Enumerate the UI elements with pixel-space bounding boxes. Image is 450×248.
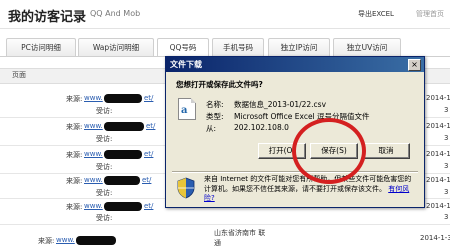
redaction-mark [104, 94, 142, 103]
visited-label: 受访: [96, 135, 113, 143]
source-link[interactable]: www. [84, 94, 103, 102]
excel-file-icon: a [178, 98, 196, 120]
annotation-circle [292, 118, 366, 184]
source-link-suffix[interactable]: et/ [144, 94, 153, 102]
tab-qq-numbers[interactable]: QQ号码 [157, 38, 209, 56]
visit-date: 2014-1-8 [426, 122, 450, 130]
source-link-suffix[interactable]: et/ [142, 176, 151, 184]
visit-date: 2014-1-6 [426, 176, 450, 184]
visit-time: 3 [444, 188, 449, 196]
source-label: 来源: [66, 151, 83, 159]
visit-time: 3 [444, 106, 449, 114]
file-type-label: 类型: [206, 112, 224, 121]
file-download-dialog: 文件下载 × 您想打开或保存此文件吗? a 名称: 数据信息_2013-01/2… [165, 56, 425, 208]
visited-label: 受访: [96, 163, 113, 171]
tab-unique-ip[interactable]: 独立IP访问 [268, 38, 330, 56]
source-link[interactable]: www. [84, 202, 103, 210]
dialog-divider [172, 171, 418, 173]
visitor-isp: 通 [214, 239, 221, 247]
redaction-mark [104, 176, 140, 185]
row-divider [0, 224, 450, 225]
source-link-suffix[interactable]: et/ [146, 122, 155, 130]
tab-phone-numbers[interactable]: 手机号码 [212, 38, 264, 56]
file-name-value: 数据信息_2013-01/22.csv [234, 100, 327, 109]
visit-date: 2014-1-8 [426, 94, 450, 102]
visited-label: 受访: [96, 107, 113, 115]
source-label: 来源: [66, 203, 83, 211]
dialog-title: 文件下载 [170, 60, 202, 69]
dialog-question: 您想打开或保存此文件吗? [176, 80, 263, 89]
visit-time: 3 [444, 213, 449, 221]
source-link[interactable]: www. [84, 150, 103, 158]
dialog-titlebar[interactable]: 文件下载 × [166, 57, 424, 72]
visit-time: 3 [444, 134, 449, 142]
file-name-label: 名称: [206, 100, 224, 109]
tab-unique-uv[interactable]: 独立UV访问 [333, 38, 401, 56]
visit-date: 2014-1-3 [420, 234, 450, 242]
source-link-suffix[interactable]: et/ [144, 202, 153, 210]
security-shield-icon [177, 177, 195, 199]
source-label: 来源: [66, 95, 83, 103]
source-label: 来源: [66, 123, 83, 131]
file-type-value: Microsoft Office Excel 逗号分隔值文件 [234, 112, 370, 121]
visited-label: 受访: [96, 189, 113, 197]
admin-home-link[interactable]: 管理首页 [416, 9, 444, 19]
redaction-mark [76, 236, 116, 245]
visit-date: 2014-1-4 [426, 202, 450, 210]
close-icon[interactable]: × [408, 59, 421, 71]
file-source-label: 从: [206, 124, 217, 133]
source-link[interactable]: www. [84, 176, 103, 184]
source-label: 来源: [66, 177, 83, 185]
visit-time: 3 [444, 162, 449, 170]
page-subtitle: QQ And Mob [90, 9, 141, 18]
source-link[interactable]: www. [56, 236, 75, 244]
cancel-button[interactable]: 取消 [362, 143, 410, 159]
tab-wap-visits[interactable]: Wap访问明细 [78, 38, 154, 56]
column-header-page: 页面 [12, 71, 26, 79]
redaction-mark [104, 202, 142, 211]
visited-label: 受访: [96, 214, 113, 222]
visitor-location: 山东省济南市 联 [214, 229, 266, 237]
source-link-suffix[interactable]: et/ [144, 150, 153, 158]
header-divider [0, 28, 450, 29]
file-source-value: 202.102.108.0 [234, 123, 289, 132]
redaction-mark [104, 150, 142, 159]
page-title: 我的访客记录 [8, 10, 87, 25]
source-link[interactable]: www. [84, 122, 103, 130]
tab-pc-visits[interactable]: PC访问明细 [6, 38, 76, 56]
export-excel-link[interactable]: 导出EXCEL [358, 9, 394, 19]
redaction-mark [104, 122, 144, 131]
visit-date: 2014-1-7 [426, 150, 450, 158]
